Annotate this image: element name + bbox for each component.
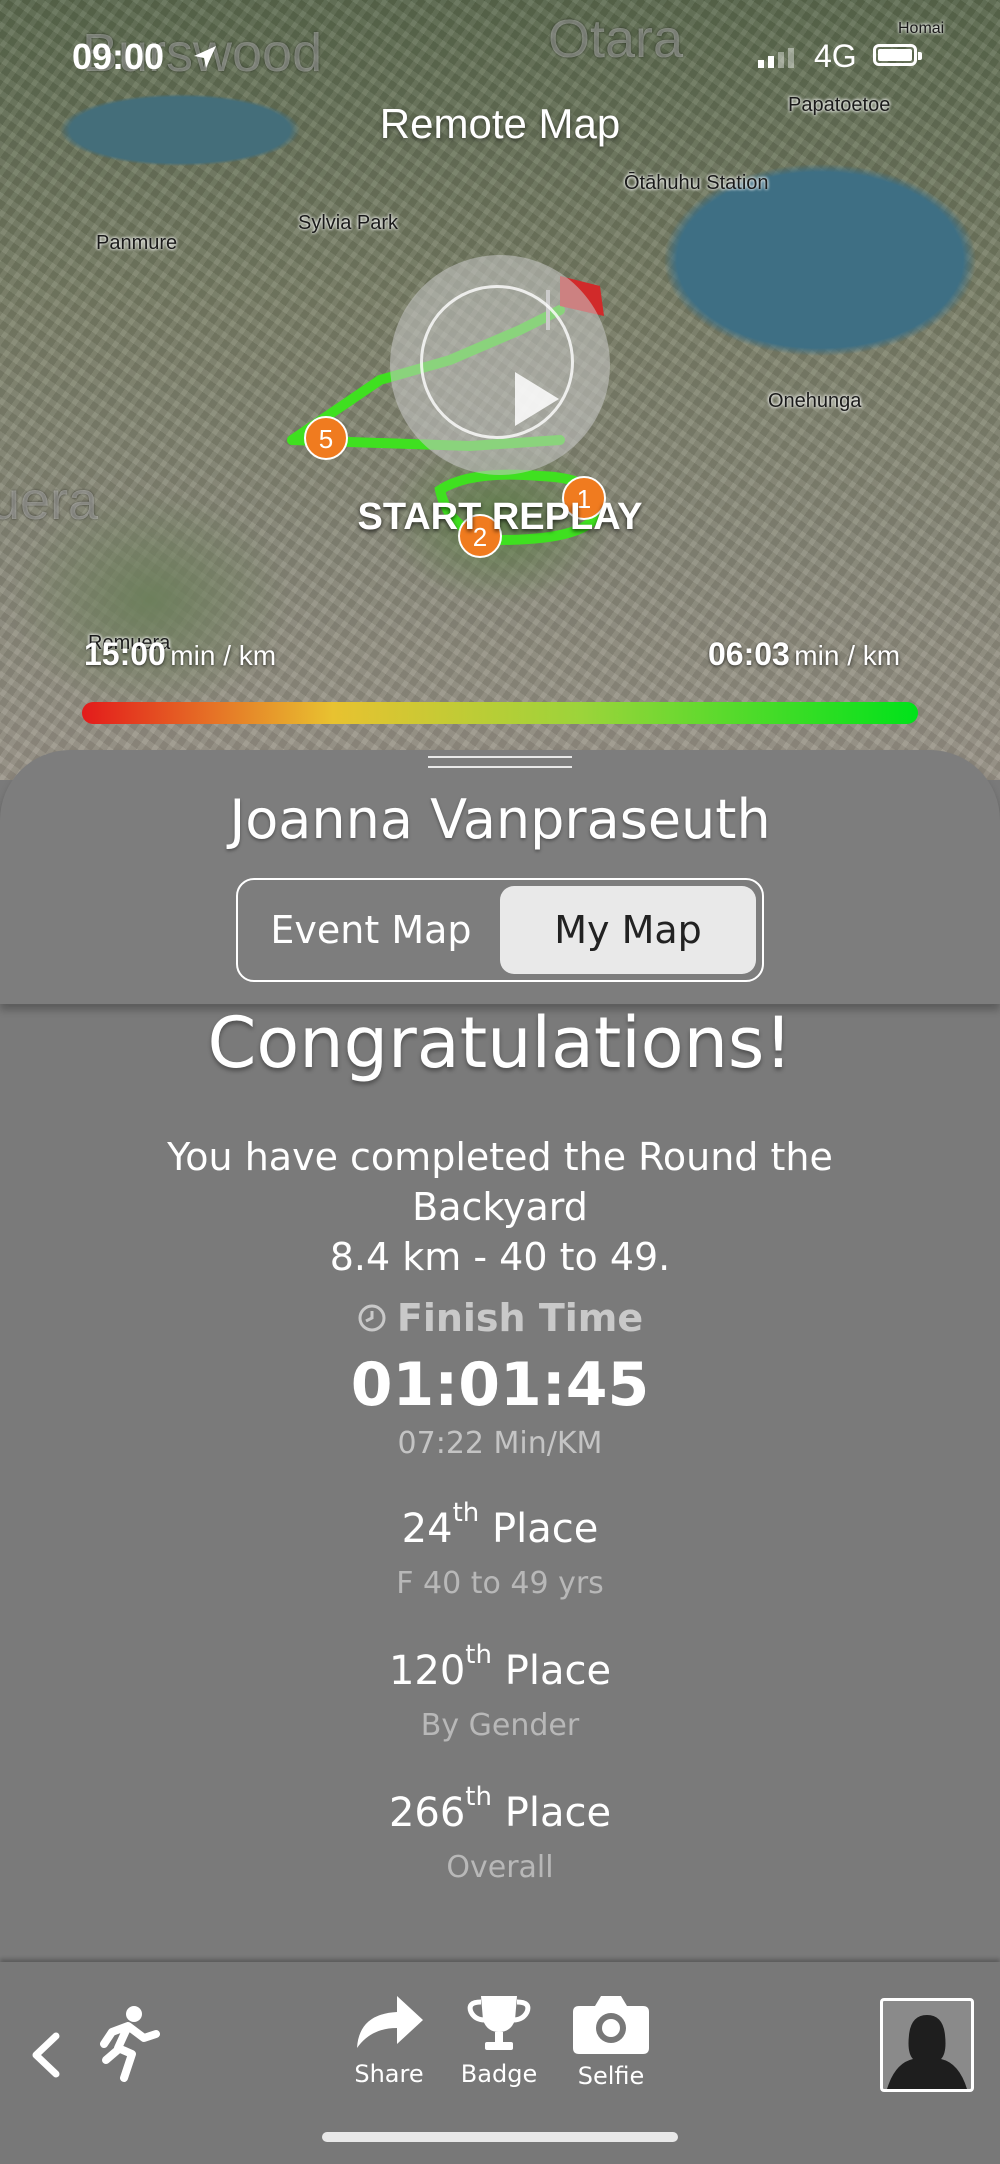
congratulations-heading: Congratulations! [207,1002,793,1084]
place-gender: 120th Place [388,1640,612,1694]
route-marker[interactable]: 5 [304,416,348,460]
start-replay-button[interactable] [390,255,610,475]
tab-my-map[interactable]: My Map [500,886,756,974]
runner-name: Joanna Vanpraseuth [229,788,771,851]
finish-time-label: Finish Time [0,1296,1000,1340]
finish-time-value: 01:01:45 [350,1350,650,1420]
tab-event-map[interactable]: Event Map [246,886,496,974]
play-icon [420,285,574,439]
place-category: 24th Place [401,1498,599,1552]
camera-icon [573,1996,649,2054]
home-indicator [322,2132,678,2142]
signal-icon [758,48,794,68]
back-chevron-icon[interactable] [28,2030,64,2080]
finish-pace: 07:22 Min/KM [397,1426,603,1461]
place-category-subtitle: F 40 to 49 yrs [396,1566,604,1601]
place-overall-subtitle: Overall [446,1850,554,1885]
runner-icon[interactable] [98,2004,160,2084]
pace-fast-label: 06:03 min / km [708,636,901,672]
place-overall: 266th Place [388,1782,612,1836]
map-toggle: Event Map My Map [236,878,764,982]
badge-button[interactable]: Badge [456,1992,542,2088]
pace-slow-label: 15:00 min / km [84,636,277,672]
selfie-button[interactable]: Selfie [566,1992,656,2090]
avatar[interactable] [880,1998,974,2092]
battery-icon [873,44,922,66]
location-arrow-icon [194,46,216,68]
completion-message: You have completed the Round the Backyar… [167,1135,833,1279]
pace-color-scale [82,702,918,724]
clock-icon [358,1304,386,1331]
place-gender-subtitle: By Gender [420,1708,580,1743]
network-type: 4G [814,38,857,74]
drag-handle[interactable] [428,756,572,768]
map-title: Remote Map [379,100,621,147]
start-replay-label[interactable]: START REPLAY [0,496,1000,539]
status-time: 09:00 [72,36,165,77]
share-arrow-icon [357,1996,423,2048]
trophy-icon [467,1996,531,2050]
user-silhouette-icon [887,2015,967,2089]
status-bar: 09:00 4G [0,30,1000,86]
share-button[interactable]: Share [346,1992,432,2088]
